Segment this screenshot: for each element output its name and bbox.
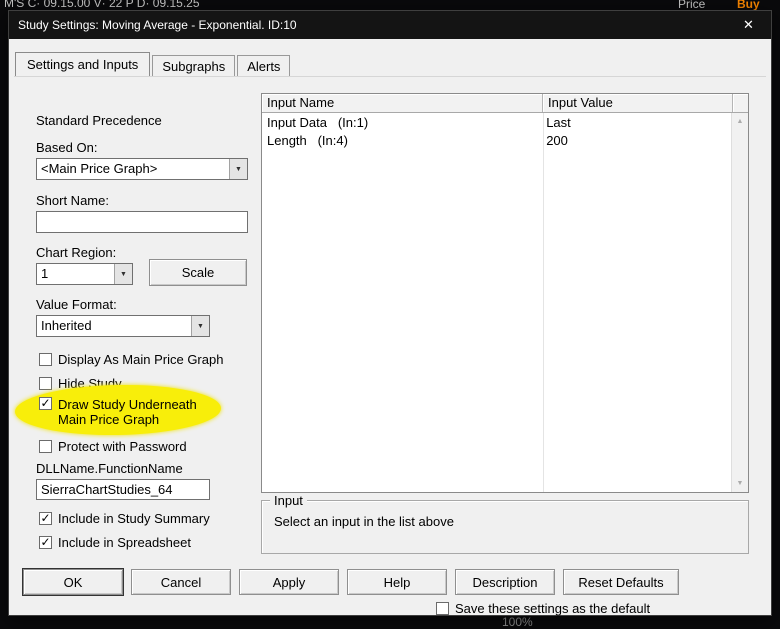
value-format-select[interactable]: Inherited ▼ <box>36 315 210 337</box>
dialog-title: Study Settings: Moving Average - Exponen… <box>18 18 297 32</box>
checkbox-label: Include in Spreadsheet <box>58 535 191 550</box>
dialog-titlebar[interactable]: Study Settings: Moving Average - Exponen… <box>9 11 771 39</box>
chart-region-select[interactable]: 1 ▼ <box>36 263 133 285</box>
checkbox-label: Display As Main Price Graph <box>58 352 224 367</box>
value-format-label: Value Format: <box>36 297 117 312</box>
table-row-input-data[interactable]: Input Data (In:1) Last <box>262 115 730 133</box>
zoom-level-fragment: 100% <box>502 615 533 629</box>
help-button[interactable]: Help <box>347 569 447 595</box>
tab-alerts[interactable]: Alerts <box>237 55 291 76</box>
tab-subgraphs[interactable]: Subgraphs <box>152 55 236 76</box>
checkbox-box: ✓ <box>39 396 52 410</box>
input-groupbox: Input Select an input in the list above <box>261 493 749 554</box>
input-name-cell: Input Data (In:1) <box>267 115 369 130</box>
table-row-length[interactable]: Length (In:4) 200 <box>262 133 730 151</box>
input-groupbox-title: Input <box>270 493 307 508</box>
chart-header-fragment: M'S C· 09.15.00 V· 22 P D· 09.15.25 <box>4 0 200 10</box>
checkbox-box: ✓ <box>39 511 52 525</box>
description-button[interactable]: Description <box>455 569 555 595</box>
checkbox-box: ✓ <box>39 535 52 549</box>
tab-divider <box>14 76 766 77</box>
standard-precedence-label: Standard Precedence <box>36 113 162 128</box>
dropdown-arrow-icon[interactable]: ▼ <box>229 159 247 179</box>
column-header-input-name[interactable]: Input Name <box>262 94 543 112</box>
table-scrollbar[interactable]: ▲ ▼ <box>731 113 748 492</box>
inputs-table[interactable]: Input Name Input Value Input Data (In:1)… <box>261 93 749 493</box>
scroll-up-icon[interactable]: ▲ <box>737 113 744 130</box>
inputs-table-header: Input Name Input Value <box>262 94 748 113</box>
checkbox-save-settings-as-default[interactable]: Save these settings as the default <box>436 601 650 616</box>
checkbox-box <box>436 602 449 615</box>
based-on-value: <Main Price Graph> <box>41 161 158 176</box>
tab-settings-and-inputs[interactable]: Settings and Inputs <box>15 52 151 76</box>
checkbox-label: Save these settings as the default <box>455 601 651 616</box>
chart-region-label: Chart Region: <box>36 245 117 260</box>
checkbox-display-as-main-price-graph[interactable]: Display As Main Price Graph <box>39 352 223 367</box>
checkbox-box <box>39 377 52 390</box>
dll-function-name-label: DLLName.FunctionName <box>36 461 183 476</box>
checkbox-include-in-spreadsheet[interactable]: ✓ Include in Spreadsheet <box>39 535 191 550</box>
study-settings-dialog: Study Settings: Moving Average - Exponen… <box>8 10 772 616</box>
scale-button[interactable]: Scale <box>149 259 247 286</box>
apply-button[interactable]: Apply <box>239 569 339 595</box>
tab-bar: Settings and Inputs Subgraphs Alerts <box>15 52 292 76</box>
checkbox-box <box>39 440 52 453</box>
input-value-cell: 200 <box>546 133 568 148</box>
input-value-cell: Last <box>546 115 571 130</box>
close-button[interactable]: ✕ <box>726 11 771 39</box>
checkbox-include-in-study-summary[interactable]: ✓ Include in Study Summary <box>39 511 210 526</box>
checkbox-label: Include in Study Summary <box>58 511 210 526</box>
chart-region-value: 1 <box>41 266 49 281</box>
cancel-button[interactable]: Cancel <box>131 569 231 595</box>
checkbox-draw-study-underneath[interactable]: ✓ Draw Study Underneath Main Price Graph <box>39 397 221 427</box>
input-groupbox-message: Select an input in the list above <box>274 514 454 529</box>
input-name-cell: Length (In:4) <box>267 133 348 148</box>
column-header-input-value[interactable]: Input Value <box>543 94 733 112</box>
dropdown-arrow-icon[interactable]: ▼ <box>191 316 209 336</box>
checkbox-box <box>39 353 52 366</box>
checkbox-label: Draw Study Underneath Main Price Graph <box>58 397 197 427</box>
based-on-select[interactable]: <Main Price Graph> ▼ <box>36 158 248 180</box>
checkbox-label: Protect with Password <box>58 439 187 454</box>
scroll-down-icon[interactable]: ▼ <box>737 475 744 492</box>
column-divider <box>543 113 544 492</box>
dropdown-arrow-icon[interactable]: ▼ <box>114 264 132 284</box>
short-name-label: Short Name: <box>36 193 109 208</box>
short-name-input[interactable] <box>36 211 248 233</box>
ok-button[interactable]: OK <box>23 569 123 595</box>
checkbox-protect-with-password[interactable]: Protect with Password <box>39 439 187 454</box>
reset-defaults-button[interactable]: Reset Defaults <box>563 569 679 595</box>
dll-function-name-input[interactable] <box>36 479 210 500</box>
based-on-label: Based On: <box>36 140 98 155</box>
close-icon: ✕ <box>743 17 754 32</box>
value-format-value: Inherited <box>41 318 92 333</box>
column-header-filler <box>733 94 748 112</box>
